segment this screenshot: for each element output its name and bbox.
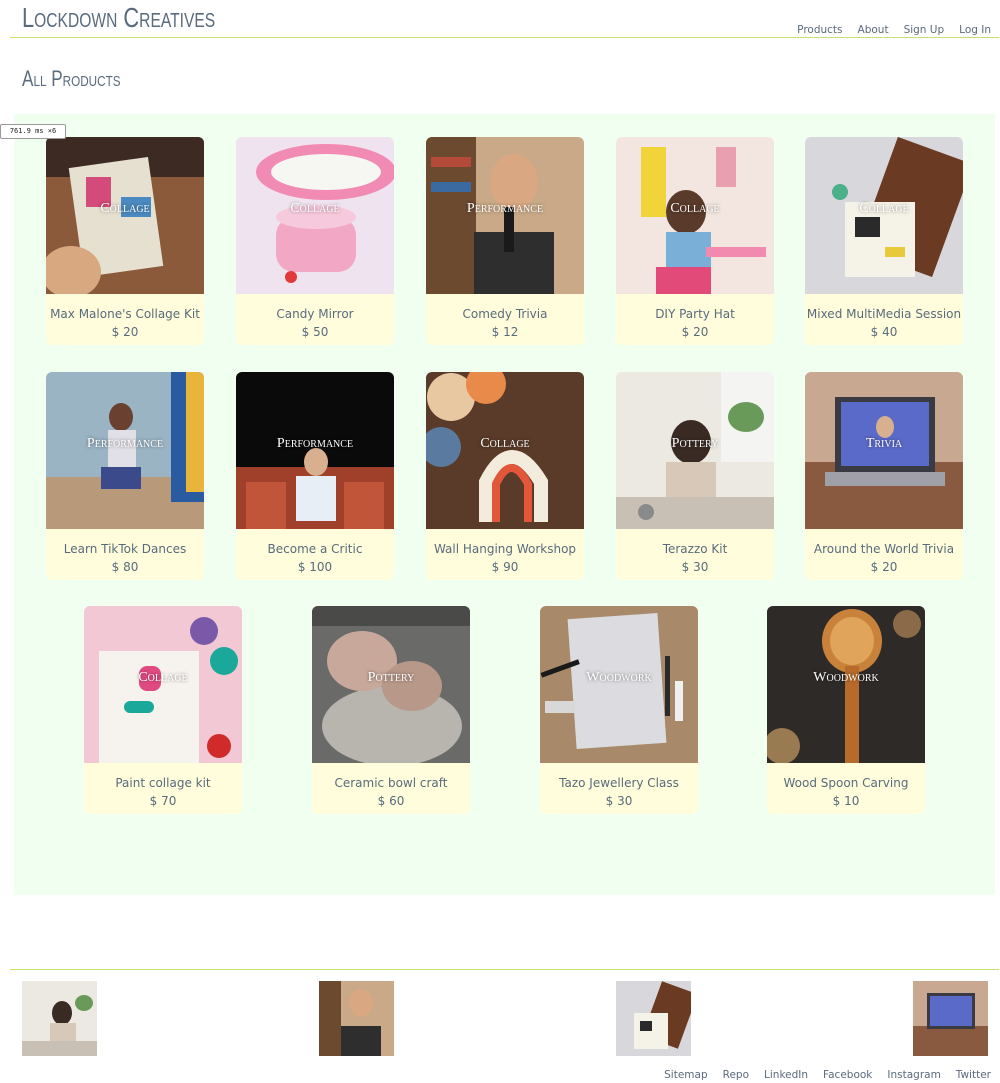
product-price: $ 12 bbox=[491, 325, 519, 339]
product-name: Wall Hanging Workshop bbox=[433, 542, 577, 556]
site-logo[interactable]: Lockdown Creatives bbox=[22, 2, 215, 34]
product-price: $ 100 bbox=[297, 560, 333, 574]
product-name: Around the World Trivia bbox=[813, 542, 955, 556]
main-nav: Products About Sign Up Log In bbox=[797, 24, 991, 36]
product-price: $ 60 bbox=[377, 794, 405, 808]
product-name: Max Malone's Collage Kit bbox=[50, 307, 200, 321]
timing-badge: 761.9 ms ×6 bbox=[0, 124, 66, 139]
product-name: Learn TikTok Dances bbox=[63, 542, 187, 556]
product-name: DIY Party Hat bbox=[655, 307, 735, 321]
product-category: Collage bbox=[670, 201, 720, 216]
nav-login[interactable]: Log In bbox=[959, 24, 991, 36]
product-name: Terazzo Kit bbox=[662, 542, 728, 556]
nav-signup[interactable]: Sign Up bbox=[904, 24, 945, 36]
footer-thumbnail[interactable] bbox=[22, 981, 97, 1056]
product-card[interactable]: Performance Become a Critic $ 100 bbox=[236, 372, 394, 580]
product-name: Tazo Jewellery Class bbox=[559, 776, 679, 790]
product-card[interactable]: Collage Paint collage kit $ 70 bbox=[84, 606, 242, 814]
product-card[interactable]: Collage Wall Hanging Workshop $ 90 bbox=[426, 372, 584, 580]
product-category: Trivia bbox=[865, 436, 903, 451]
footer-nav: Sitemap Repo LinkedIn Facebook Instagram… bbox=[664, 1069, 991, 1081]
product-card[interactable]: Pottery Ceramic bowl craft $ 60 bbox=[312, 606, 470, 814]
footer-thumbnail[interactable] bbox=[616, 981, 691, 1056]
product-card[interactable]: Collage Max Malone's Collage Kit $ 20 bbox=[46, 137, 204, 345]
footer-link-linkedin[interactable]: LinkedIn bbox=[764, 1069, 808, 1081]
product-price: $ 20 bbox=[870, 560, 898, 574]
product-category: Pottery bbox=[671, 436, 719, 451]
product-card[interactable]: Woodwork Tazo Jewellery Class $ 30 bbox=[540, 606, 698, 814]
footer-thumbnail[interactable] bbox=[913, 981, 988, 1056]
product-price: $ 90 bbox=[491, 560, 519, 574]
product-price: $ 70 bbox=[149, 794, 177, 808]
footer-link-sitemap[interactable]: Sitemap bbox=[664, 1069, 708, 1081]
product-card[interactable]: Performance Comedy Trivia $ 12 bbox=[426, 137, 584, 345]
product-category: Performance bbox=[86, 436, 164, 451]
product-card[interactable]: Trivia Around the World Trivia $ 20 bbox=[805, 372, 963, 580]
product-price: $ 50 bbox=[301, 325, 329, 339]
product-category: Collage bbox=[138, 670, 188, 685]
product-price: $ 10 bbox=[832, 794, 860, 808]
page-title: All Products bbox=[22, 66, 121, 91]
product-card[interactable]: Collage Candy Mirror $ 50 bbox=[236, 137, 394, 345]
product-category: Pottery bbox=[367, 670, 415, 685]
footer-link-instagram[interactable]: Instagram bbox=[887, 1069, 940, 1081]
product-category: Collage bbox=[480, 436, 530, 451]
product-card[interactable]: Pottery Terazzo Kit $ 30 bbox=[616, 372, 774, 580]
product-price: $ 30 bbox=[681, 560, 709, 574]
product-category: Woodwork bbox=[813, 670, 879, 685]
product-category: Collage bbox=[100, 201, 150, 216]
product-name: Paint collage kit bbox=[115, 776, 211, 790]
footer-divider bbox=[10, 969, 999, 970]
product-price: $ 40 bbox=[870, 325, 898, 339]
product-category: Performance bbox=[276, 436, 354, 451]
footer-link-twitter[interactable]: Twitter bbox=[956, 1069, 991, 1081]
product-price: $ 30 bbox=[605, 794, 633, 808]
product-name: Wood Spoon Carving bbox=[783, 776, 909, 790]
product-card[interactable]: Performance Learn TikTok Dances $ 80 bbox=[46, 372, 204, 580]
product-price: $ 20 bbox=[681, 325, 709, 339]
product-grid: Collage Max Malone's Collage Kit $ 20 Co… bbox=[14, 114, 995, 895]
product-category: Collage bbox=[290, 201, 340, 216]
product-name: Comedy Trivia bbox=[462, 307, 548, 321]
product-category: Woodwork bbox=[586, 670, 652, 685]
nav-about[interactable]: About bbox=[858, 24, 889, 36]
product-name: Ceramic bowl craft bbox=[334, 776, 448, 790]
product-price: $ 80 bbox=[111, 560, 139, 574]
product-name: Mixed MultiMedia Session bbox=[806, 307, 962, 321]
footer-thumbnail[interactable] bbox=[319, 981, 394, 1056]
product-name: Candy Mirror bbox=[276, 307, 354, 321]
product-card[interactable]: Collage Mixed MultiMedia Session $ 40 bbox=[805, 137, 963, 345]
nav-products[interactable]: Products bbox=[797, 24, 842, 36]
footer-link-facebook[interactable]: Facebook bbox=[823, 1069, 872, 1081]
product-category: Collage bbox=[859, 201, 909, 216]
product-category: Performance bbox=[466, 201, 544, 216]
header-divider bbox=[10, 37, 999, 38]
product-price: $ 20 bbox=[111, 325, 139, 339]
product-card[interactable]: Woodwork Wood Spoon Carving $ 10 bbox=[767, 606, 925, 814]
footer-link-repo[interactable]: Repo bbox=[723, 1069, 749, 1081]
product-card[interactable]: Collage DIY Party Hat $ 20 bbox=[616, 137, 774, 345]
product-name: Become a Critic bbox=[267, 542, 363, 556]
